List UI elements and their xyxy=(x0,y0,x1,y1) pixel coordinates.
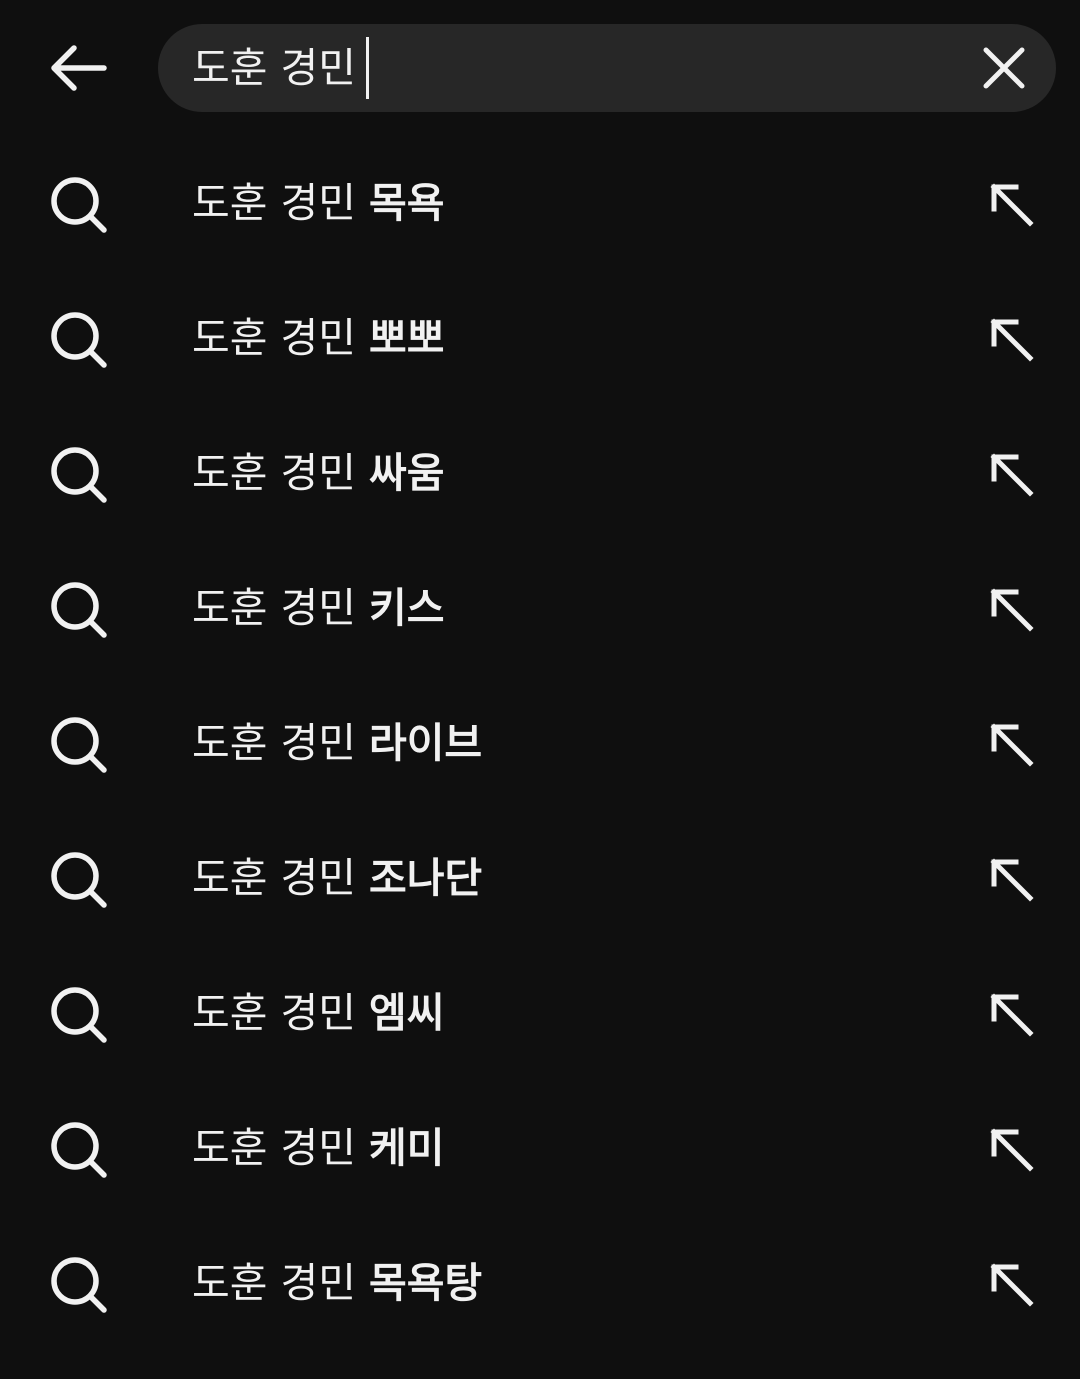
arrow-up-left-icon xyxy=(990,183,1034,227)
clear-search-button[interactable] xyxy=(974,38,1034,98)
fill-query-button[interactable] xyxy=(980,443,1042,505)
search-header: 도훈 경민 xyxy=(0,0,1080,135)
suggestion-item[interactable]: 도훈 경민 엠씨 xyxy=(0,946,1080,1081)
text-caret xyxy=(365,37,369,99)
arrow-up-left-icon xyxy=(990,1128,1034,1172)
search-icon xyxy=(51,1257,107,1313)
search-icon xyxy=(51,447,107,503)
suggestion-text: 도훈 경민 목욕탕 xyxy=(192,1216,482,1351)
suggestion-item[interactable]: 도훈 경민 싸움 xyxy=(0,406,1080,541)
fill-query-button[interactable] xyxy=(980,578,1042,640)
suggestion-completion: 목욕 xyxy=(368,179,445,227)
search-icon xyxy=(51,987,107,1043)
suggestion-item[interactable]: 도훈 경민 뽀뽀 xyxy=(0,271,1080,406)
suggestion-completion: 조나단 xyxy=(368,854,483,902)
suggestion-query: 도훈 경민 xyxy=(192,719,356,767)
arrow-up-left-icon xyxy=(990,318,1034,362)
suggestion-text: 도훈 경민 엠씨 xyxy=(192,946,444,1081)
arrow-up-left-icon xyxy=(990,858,1034,902)
suggestion-completion: 엠씨 xyxy=(368,989,445,1037)
arrow-up-left-icon xyxy=(990,588,1034,632)
suggestion-completion: 케미 xyxy=(368,1124,445,1172)
suggestion-item[interactable]: 도훈 경민 키스 xyxy=(0,541,1080,676)
suggestion-query: 도훈 경민 xyxy=(192,854,356,902)
suggestion-completion: 목욕탕 xyxy=(368,1259,483,1307)
suggestion-completion: 키스 xyxy=(368,584,445,632)
search-icon xyxy=(51,582,107,638)
suggestion-list: 도훈 경민 목욕 도훈 경민 뽀뽀 도훈 경민 싸움 도훈 경민 키스 도훈 경… xyxy=(0,136,1080,1351)
suggestion-item[interactable]: 도훈 경민 목욕 xyxy=(0,136,1080,271)
close-icon xyxy=(983,47,1025,89)
back-button[interactable] xyxy=(38,30,118,106)
search-icon xyxy=(51,177,107,233)
suggestion-text: 도훈 경민 뽀뽀 xyxy=(192,271,444,406)
fill-query-button[interactable] xyxy=(980,713,1042,775)
suggestion-text: 도훈 경민 목욕 xyxy=(192,136,444,271)
arrow-left-icon xyxy=(51,45,107,91)
suggestion-completion: 뽀뽀 xyxy=(368,314,445,362)
suggestion-text: 도훈 경민 케미 xyxy=(192,1081,444,1216)
search-icon xyxy=(51,717,107,773)
search-icon xyxy=(51,312,107,368)
suggestion-text: 도훈 경민 싸움 xyxy=(192,406,444,541)
search-input[interactable]: 도훈 경민 xyxy=(192,24,369,112)
suggestion-text: 도훈 경민 키스 xyxy=(192,541,444,676)
search-icon xyxy=(51,852,107,908)
suggestion-query: 도훈 경민 xyxy=(192,314,356,362)
suggestion-item[interactable]: 도훈 경민 목욕탕 xyxy=(0,1216,1080,1351)
fill-query-button[interactable] xyxy=(980,173,1042,235)
suggestion-query: 도훈 경민 xyxy=(192,179,356,227)
suggestion-text: 도훈 경민 라이브 xyxy=(192,676,482,811)
suggestion-text: 도훈 경민 조나단 xyxy=(192,811,482,946)
suggestion-query: 도훈 경민 xyxy=(192,1124,356,1172)
fill-query-button[interactable] xyxy=(980,1253,1042,1315)
suggestion-query: 도훈 경민 xyxy=(192,989,356,1037)
suggestion-item[interactable]: 도훈 경민 케미 xyxy=(0,1081,1080,1216)
suggestion-completion: 라이브 xyxy=(368,719,483,767)
arrow-up-left-icon xyxy=(990,453,1034,497)
arrow-up-left-icon xyxy=(990,723,1034,767)
suggestion-query: 도훈 경민 xyxy=(192,1259,356,1307)
fill-query-button[interactable] xyxy=(980,1118,1042,1180)
suggestion-query: 도훈 경민 xyxy=(192,449,356,497)
search-box[interactable]: 도훈 경민 xyxy=(158,24,1056,112)
arrow-up-left-icon xyxy=(990,1263,1034,1307)
search-query-text: 도훈 경민 xyxy=(192,44,356,92)
suggestion-completion: 싸움 xyxy=(368,449,445,497)
fill-query-button[interactable] xyxy=(980,983,1042,1045)
fill-query-button[interactable] xyxy=(980,848,1042,910)
suggestion-item[interactable]: 도훈 경민 라이브 xyxy=(0,676,1080,811)
suggestion-query: 도훈 경민 xyxy=(192,584,356,632)
arrow-up-left-icon xyxy=(990,993,1034,1037)
search-icon xyxy=(51,1122,107,1178)
suggestion-item[interactable]: 도훈 경민 조나단 xyxy=(0,811,1080,946)
fill-query-button[interactable] xyxy=(980,308,1042,370)
